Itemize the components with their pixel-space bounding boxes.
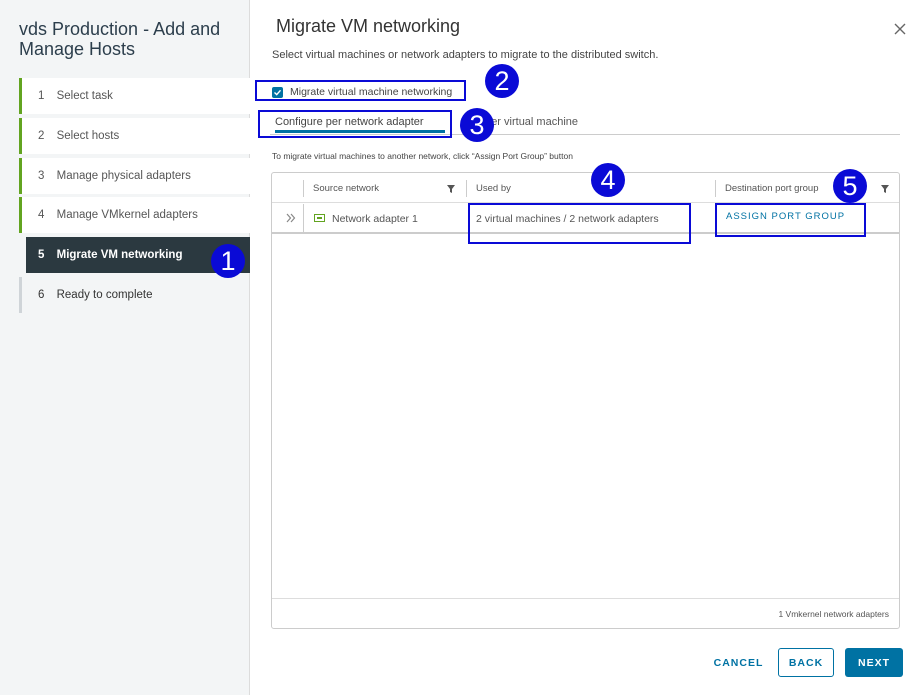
datagrid-header: Source network Used by Destination port … [272, 173, 899, 203]
filter-icon[interactable] [447, 185, 455, 193]
step-manage-physical-adapters[interactable]: 3 Manage physical adapters [19, 157, 250, 194]
cancel-button[interactable]: CANCEL [706, 648, 771, 677]
column-separator[interactable] [715, 180, 716, 197]
step-number: 5 [38, 249, 45, 262]
annotation-box-tab [258, 110, 452, 138]
page-description: Select virtual machines or network adapt… [272, 49, 659, 61]
datagrid-footer: 1 Vmkernel network adapters [272, 598, 899, 628]
column-separator [303, 204, 304, 234]
step-label: Ready to complete [56, 288, 153, 301]
annotation-badge-1: 1 [211, 244, 245, 278]
step-ready-to-complete: 6 Ready to complete [19, 276, 250, 313]
filter-icon[interactable] [881, 185, 889, 193]
step-label: Manage physical adapters [56, 169, 191, 182]
annotation-badge-2: 2 [485, 64, 519, 98]
step-select-hosts[interactable]: 2 Select hosts [19, 117, 250, 154]
assign-hint: To migrate virtual machines to another n… [272, 151, 573, 161]
back-button[interactable]: BACK [778, 648, 834, 677]
wizard-steps: 1 Select task 2 Select hosts 3 Manage ph… [19, 78, 250, 317]
step-manage-vmkernel-adapters[interactable]: 4 Manage VMkernel adapters [19, 197, 250, 234]
close-icon[interactable] [892, 21, 908, 37]
step-number: 1 [38, 90, 45, 102]
wizard-sidebar: vds Production - Add and Manage Hosts 1 … [0, 0, 250, 695]
column-header-source-network[interactable]: Source network [313, 183, 379, 194]
column-header-used-by[interactable]: Used by [476, 183, 511, 194]
annotation-box-used-by [468, 203, 691, 244]
step-number: 2 [38, 129, 45, 142]
step-label: Migrate VM networking [56, 249, 183, 262]
step-label: Select task [56, 90, 113, 102]
column-separator [303, 180, 304, 197]
column-header-destination-port-group[interactable]: Destination port group [725, 183, 818, 194]
next-button[interactable]: NEXT [845, 648, 903, 677]
annotation-badge-3: 3 [460, 108, 494, 142]
expand-row-icon[interactable] [284, 211, 298, 225]
page-title: Migrate VM networking [276, 16, 461, 36]
source-network-cell: Network adapter 1 [332, 213, 418, 225]
wizard-title: vds Production - Add and Manage Hosts [19, 19, 221, 59]
annotation-box-assign [715, 203, 866, 237]
footer-count: 1 Vmkernel network adapters [778, 609, 889, 619]
step-number: 4 [38, 209, 45, 222]
column-separator[interactable] [466, 180, 467, 197]
annotation-badge-4: 4 [591, 163, 625, 197]
step-number: 3 [38, 169, 45, 182]
step-select-task[interactable]: 1 Select task [19, 78, 250, 114]
step-label: Manage VMkernel adapters [56, 209, 198, 222]
annotation-badge-5: 5 [833, 169, 867, 203]
annotation-box-checkbox [255, 80, 466, 101]
step-number: 6 [38, 288, 45, 301]
network-adapter-icon [314, 214, 325, 222]
step-label: Select hosts [56, 129, 120, 142]
